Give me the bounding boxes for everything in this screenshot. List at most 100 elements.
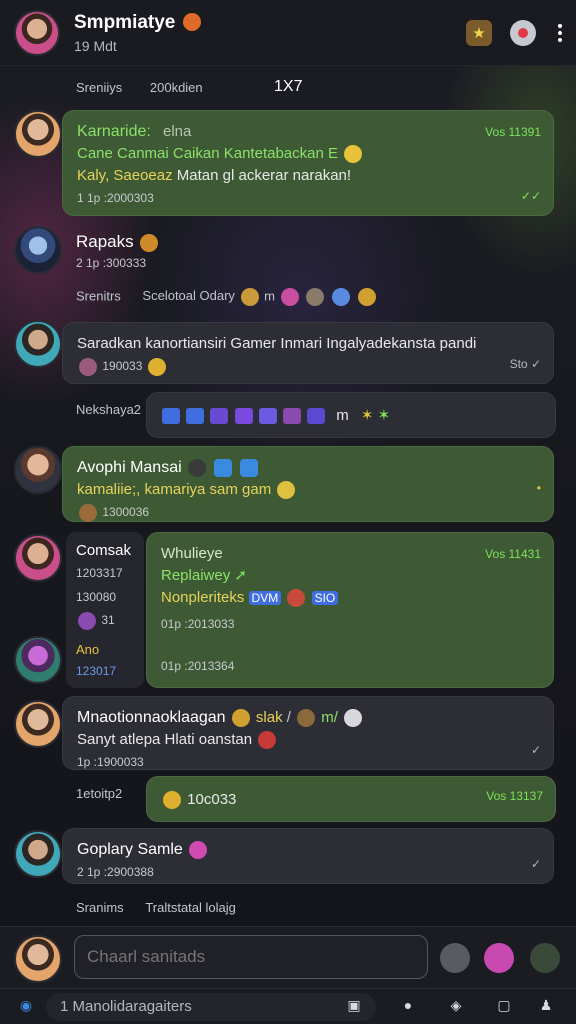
sticker-icon[interactable] [307, 408, 326, 425]
message-text: Matan gl ackerar narakan! [176, 167, 352, 184]
mic-button[interactable] [530, 943, 560, 973]
emoji-icon [344, 709, 363, 728]
message-bubble[interactable]: Goplary Samle 2 1p :2900388 ✓ [62, 828, 554, 884]
sticker-icon[interactable] [162, 408, 180, 425]
emoji-icon [297, 709, 316, 728]
sender-avatar[interactable] [14, 636, 62, 684]
sender-name[interactable]: Karnaride: [77, 123, 151, 140]
tab-icon[interactable]: ▣ [344, 997, 364, 1017]
side-time: 123017 [76, 664, 117, 678]
sender-name[interactable]: Avophi Mansai [77, 459, 182, 476]
sticker-row[interactable]: m ✶ ✶ [146, 392, 556, 438]
message-bubble[interactable]: Mnaotionnaoklaagan slak / m/ Sanyt atlep… [62, 696, 554, 770]
message-meta: 2 1p :2900388 [77, 865, 154, 879]
message-row [14, 636, 62, 684]
emoji-icon [139, 234, 158, 253]
leaf-icon: ✶ [377, 407, 391, 424]
more-vertical-icon[interactable] [558, 23, 562, 42]
message-meta: 190033 [102, 359, 143, 373]
message-text: Saradkan kanortiansiri Gamer Inmari Inga… [77, 335, 477, 352]
message-meta: 01p :2013033 [161, 617, 235, 631]
message-text: Cane Canmai Caikan Kantetabackan E [77, 145, 338, 162]
chat-avatar[interactable] [14, 9, 60, 56]
trophy-icon[interactable]: ★ [466, 19, 492, 46]
chip-label[interactable]: DVM [248, 591, 282, 605]
message-meta: 1 1p :2000303 [77, 191, 154, 205]
profile-icon[interactable]: ♟ [536, 997, 556, 1017]
sender-avatar[interactable] [14, 226, 62, 274]
sender-avatar[interactable] [14, 700, 62, 748]
sender-name[interactable]: Goplary Samle [77, 841, 183, 858]
sender-avatar[interactable] [14, 830, 62, 878]
sticker-icon[interactable] [210, 408, 229, 425]
message-row [14, 320, 62, 368]
sender-name[interactable]: Whulieye [161, 543, 539, 565]
side-name: Comsak [76, 542, 132, 559]
notification-icon[interactable]: ● [398, 997, 418, 1017]
system-line: Nekshaya2 [76, 402, 142, 417]
message-text: 10c033 [187, 791, 237, 808]
emoji-icon [277, 481, 296, 500]
message-bubble[interactable]: Whulieye Vos 11431 Replaiwey ➚ Nonplerit… [146, 532, 554, 688]
message-row [14, 226, 62, 274]
star-icon: ✶ [360, 407, 374, 424]
sticker-text: m [336, 407, 349, 424]
chat-subtitle: 19 Mdt [74, 37, 117, 54]
sticker-icon[interactable] [234, 408, 253, 425]
nav-search-field[interactable]: 1 Manolidaragaiters [46, 993, 376, 1021]
message-bubble[interactable]: 10c033 Vos 13137 [146, 776, 556, 822]
system-line: 1etoitp2 [76, 786, 123, 801]
emoji-icon [331, 288, 350, 306]
flame-icon [182, 13, 201, 32]
message-text: Nonpleriteks [161, 589, 245, 606]
sender-tag: slak [255, 709, 283, 726]
emoji-icon [79, 503, 97, 522]
sticker-button[interactable] [484, 943, 514, 973]
sticker-icon[interactable] [186, 408, 205, 425]
my-avatar[interactable] [14, 935, 62, 983]
emoji-icon [306, 288, 325, 306]
message-row [14, 534, 62, 582]
emoji-icon [231, 709, 250, 728]
message-status: Sto ✓ [509, 357, 541, 371]
sender-avatar[interactable] [14, 446, 62, 494]
sender-name[interactable]: Rapaks [76, 232, 134, 251]
sender-name[interactable]: Mnaotionnaoklaagan [77, 709, 226, 726]
message-time: Vos 13137 [486, 789, 543, 803]
message-meta: 1300036 [102, 505, 150, 519]
side-count: 31 [101, 613, 115, 628]
chat-title[interactable]: Smpmiatye [74, 12, 448, 34]
emoji-icon [280, 288, 299, 306]
system-line: Srenitrs Scelotoal Odary m [76, 288, 378, 306]
system-count: 1X7 [274, 78, 303, 95]
side-card[interactable]: Comsak 1203317 130080 31 Ano 123017 [66, 532, 144, 688]
message-bubble[interactable]: Saradkan kanortiansiri Gamer Inmari Inga… [62, 322, 554, 384]
sticker-icon[interactable] [258, 408, 277, 425]
badge-icon [240, 459, 259, 478]
message-input[interactable] [74, 935, 428, 979]
sender-avatar[interactable] [14, 534, 62, 582]
message-header: Rapaks 2 1p :300333 [76, 232, 160, 270]
emoji-icon [240, 288, 259, 306]
avatar-chip [287, 589, 306, 608]
side-time: 1203317 [76, 566, 123, 580]
sender-avatar[interactable] [14, 320, 62, 368]
emoji-button[interactable] [440, 943, 470, 973]
sticker-icon[interactable] [282, 408, 301, 425]
chip-label[interactable]: SIO [311, 591, 339, 605]
sender-avatar[interactable] [14, 110, 62, 158]
badge-icon [214, 459, 232, 478]
message-meta: 01p :2013364 [161, 659, 235, 673]
emoji-icon [147, 357, 166, 376]
message-text: Sanyt atlepa Hlati oanstan [77, 731, 253, 748]
message-mention[interactable]: Kaly, Saeoeaz [77, 167, 173, 184]
emoji-icon [357, 288, 376, 306]
window-icon[interactable]: ▢ [494, 997, 514, 1017]
message-bubble[interactable]: Karnaride: elna Vos 11391 Cane Canmai Ca… [62, 110, 554, 216]
read-check-icon: ✓✓ [520, 189, 541, 203]
record-icon[interactable] [510, 19, 536, 46]
message-bubble[interactable]: Avophi Mansai kamaliie;, kamariya sam ga… [62, 446, 554, 522]
browser-icon[interactable]: ◉ [16, 997, 36, 1017]
shield-icon[interactable]: ◈ [446, 997, 466, 1017]
arrow-icon: ➚ [234, 567, 247, 584]
